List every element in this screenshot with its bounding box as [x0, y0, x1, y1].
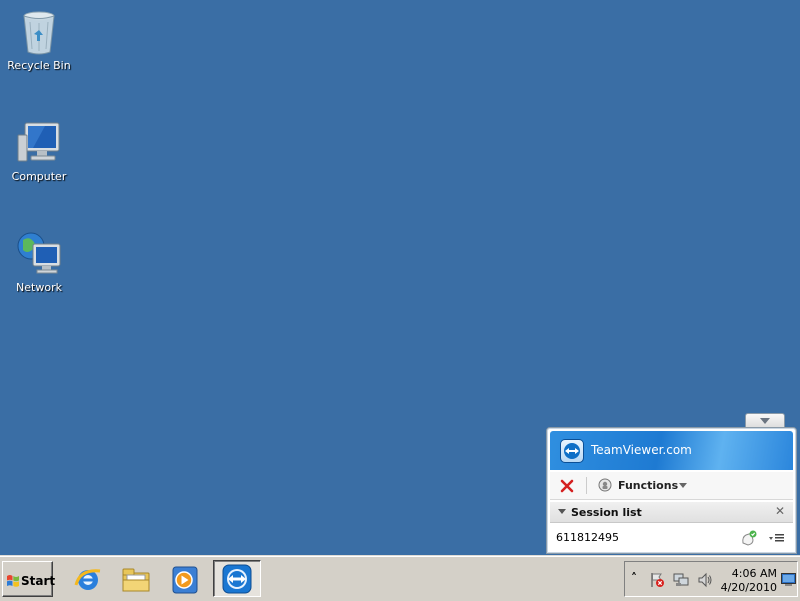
action-center-flag-icon[interactable]: [649, 572, 665, 588]
media-player-icon: [172, 566, 198, 594]
desktop-icon-label: Recycle Bin: [7, 59, 71, 72]
show-desktop-icon[interactable]: [781, 573, 796, 587]
teamviewer-toolbar: Functions: [550, 472, 793, 500]
clock-time[interactable]: 4:06 AM: [721, 567, 777, 580]
chevron-down-icon: [760, 418, 770, 424]
start-button[interactable]: Start: [2, 561, 56, 597]
close-session-button[interactable]: [559, 478, 575, 494]
collapse-triangle-icon[interactable]: [558, 509, 566, 514]
teamviewer-panel: TeamViewer.com Functions Session list ✕ …: [546, 427, 797, 554]
network-status-icon[interactable]: [673, 572, 689, 588]
desktop-icon-label: Computer: [11, 170, 67, 183]
teamviewer-icon: [222, 564, 252, 594]
taskbar-teamviewer-button[interactable]: [213, 560, 261, 597]
quick-launch-media-player[interactable]: [168, 563, 200, 595]
desktop-icon-label: Network: [16, 281, 62, 294]
session-id: 611812495: [556, 531, 619, 544]
session-row[interactable]: 611812495: [550, 528, 793, 548]
desktop-icon-computer[interactable]: Computer: [4, 119, 74, 183]
computer-icon: [15, 119, 63, 167]
start-label: Start: [21, 574, 56, 588]
session-list-title: Session list: [571, 506, 642, 519]
toolbar-divider: [586, 477, 587, 494]
recycle-bin-icon: [15, 8, 63, 56]
functions-gear-icon[interactable]: [598, 478, 612, 492]
system-tray: ˄ 4:06 AM 4/20/2010: [624, 561, 798, 597]
desktop-icon-network[interactable]: Network: [4, 230, 74, 294]
speaker-volume-icon[interactable]: [697, 572, 713, 588]
desktop-icon-recycle-bin[interactable]: Recycle Bin: [4, 8, 74, 72]
teamviewer-logo-icon: [560, 439, 584, 463]
show-hidden-icons-button[interactable]: ˄: [631, 571, 647, 587]
teamviewer-header: TeamViewer.com: [550, 431, 793, 470]
quick-launch-file-explorer[interactable]: [120, 563, 152, 595]
taskbar: Start ˄ 4:06 AM 4/20/2010: [0, 556, 800, 601]
network-icon: [15, 230, 63, 278]
teamviewer-brand-link[interactable]: TeamViewer.com: [591, 443, 692, 457]
chevron-down-icon[interactable]: [679, 483, 687, 488]
windows-logo-icon: [7, 575, 19, 587]
internet-explorer-icon: [74, 569, 101, 590]
teamviewer-panel-toggle[interactable]: [745, 413, 785, 428]
session-list-header[interactable]: Session list ✕: [550, 502, 793, 523]
remote-control-icon[interactable]: [740, 529, 758, 547]
quick-launch-internet-explorer[interactable]: [72, 563, 104, 595]
close-icon: [560, 479, 574, 493]
clock-date[interactable]: 4/20/2010: [715, 581, 777, 594]
functions-menu-button[interactable]: Functions: [618, 479, 678, 492]
session-menu-icon[interactable]: [768, 531, 786, 545]
session-list-close-button[interactable]: ✕: [775, 504, 785, 518]
file-explorer-icon: [122, 568, 150, 592]
